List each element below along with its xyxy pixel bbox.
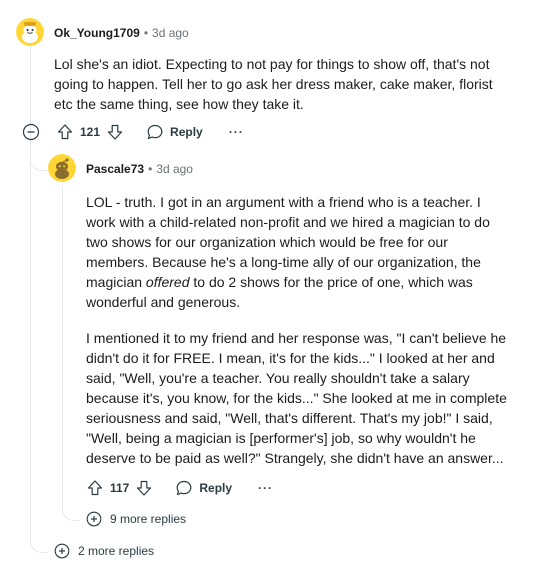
vote-score: 121 [80, 125, 101, 139]
comment-actions: 117 Reply ··· [86, 476, 273, 500]
snoo-avatar-icon [48, 154, 76, 182]
more-replies-label: 9 more replies [110, 512, 187, 526]
comment-body: LOL - truth. I got in an argument with a… [86, 192, 511, 468]
author-name[interactable]: Pascale73 [86, 161, 144, 177]
collapse-minus-icon[interactable] [22, 123, 40, 141]
vote-score: 117 [110, 481, 130, 495]
meta-separator: • [148, 162, 153, 176]
comment-meta: Pascale73 • 3d ago [86, 161, 193, 177]
avatar[interactable] [16, 18, 44, 46]
nested-thread-line [62, 186, 63, 496]
ellipsis-icon[interactable]: ··· [258, 481, 273, 495]
comment-body: Lol she's an idiot. Expecting to not pay… [54, 54, 509, 114]
reply-thread-connector [30, 142, 49, 171]
root-thread-curve [30, 520, 47, 553]
author-name[interactable]: Ok_Young1709 [54, 25, 140, 41]
comment-actions: 121 Reply ··· [22, 120, 244, 144]
comment-paragraph: Lol she's an idiot. Expecting to not pay… [54, 56, 493, 112]
upvote-arrow-icon[interactable] [86, 479, 104, 497]
avatar[interactable] [48, 154, 76, 182]
reply-button[interactable]: Reply [175, 479, 232, 497]
upvote-arrow-icon[interactable] [56, 123, 74, 141]
more-replies-nested-button[interactable]: 9 more replies [86, 511, 186, 527]
nested-thread-curve [62, 490, 79, 521]
reply-label: Reply [170, 125, 203, 139]
comment-paragraph: LOL - truth. I got in an argument with a… [86, 192, 511, 312]
comment-meta: Ok_Young1709 • 3d ago [54, 25, 189, 41]
speech-bubble-icon [146, 123, 164, 141]
plus-circle-icon [86, 511, 102, 527]
emphasis-text: offered [145, 274, 190, 290]
ellipsis-icon[interactable]: ··· [229, 125, 244, 139]
plus-circle-icon [54, 543, 70, 559]
downvote-arrow-icon[interactable] [135, 479, 153, 497]
meta-separator: • [143, 26, 149, 40]
snoo-avatar-icon [16, 18, 44, 46]
more-replies-root-button[interactable]: 2 more replies [54, 543, 154, 559]
comment-timestamp[interactable]: 3d ago [156, 161, 193, 177]
speech-bubble-icon [175, 479, 193, 497]
downvote-arrow-icon[interactable] [106, 123, 124, 141]
reply-label: Reply [199, 481, 233, 495]
comment-timestamp[interactable]: 3d ago [152, 25, 189, 41]
reply-button[interactable]: Reply [146, 123, 203, 141]
more-replies-label: 2 more replies [78, 544, 155, 558]
comment-paragraph: I mentioned it to my friend and her resp… [86, 330, 507, 466]
